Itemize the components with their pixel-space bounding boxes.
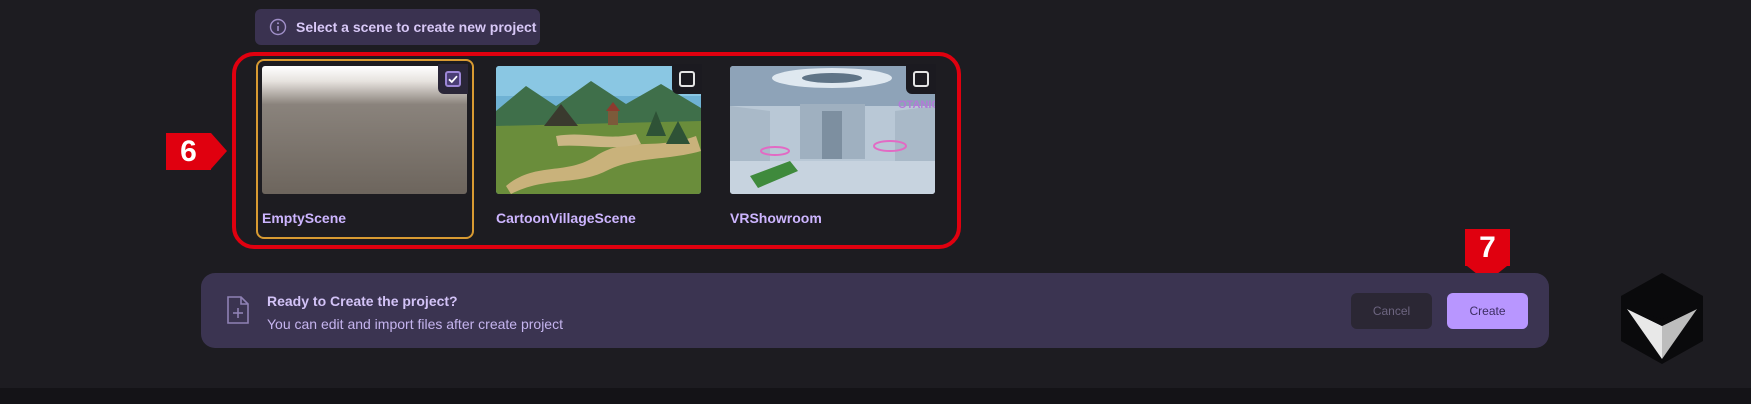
info-banner-text: Select a scene to create new project — [296, 19, 537, 35]
scene-card-empty[interactable]: EmptyScene — [256, 59, 474, 239]
file-plus-icon — [226, 295, 250, 325]
scene-label-cartoon-village: CartoonVillageScene — [496, 210, 636, 226]
checkbox-square-icon — [679, 71, 695, 87]
scene-label-vr-showroom: VRShowroom — [730, 210, 822, 226]
cancel-button[interactable]: Cancel — [1351, 293, 1432, 329]
bottom-strip — [0, 388, 1751, 404]
step-marker-6: 6 — [166, 133, 211, 170]
svg-text:OTANIC: OTANIC — [898, 99, 935, 111]
scene-thumbnail-vr-showroom: OTANIC — [730, 66, 935, 194]
info-icon — [269, 18, 287, 36]
create-button[interactable]: Create — [1447, 293, 1528, 329]
scene-checkbox-empty[interactable] — [438, 64, 468, 94]
scene-label-empty: EmptyScene — [262, 210, 347, 226]
scene-checkbox-vr-showroom[interactable] — [906, 64, 936, 94]
checkbox-square-icon — [913, 71, 929, 87]
scene-thumbnail-empty — [262, 66, 467, 194]
scene-card-cartoon-village[interactable]: CartoonVillageScene — [490, 59, 708, 239]
info-banner: Select a scene to create new project — [255, 9, 540, 45]
scene-thumbnail-cartoon-village — [496, 66, 701, 194]
step-marker-7: 7 — [1465, 229, 1510, 266]
footer-subtitle: You can edit and import files after crea… — [267, 316, 563, 332]
check-icon — [445, 71, 461, 87]
scene-checkbox-cartoon-village[interactable] — [672, 64, 702, 94]
step-marker-6-arrow — [211, 133, 227, 169]
footer-title: Ready to Create the project? — [267, 293, 458, 309]
scene-card-vr-showroom[interactable]: OTANIC VRShowroom — [724, 59, 942, 239]
app-logo — [1617, 271, 1707, 366]
create-project-bar: Ready to Create the project? You can edi… — [201, 273, 1549, 348]
